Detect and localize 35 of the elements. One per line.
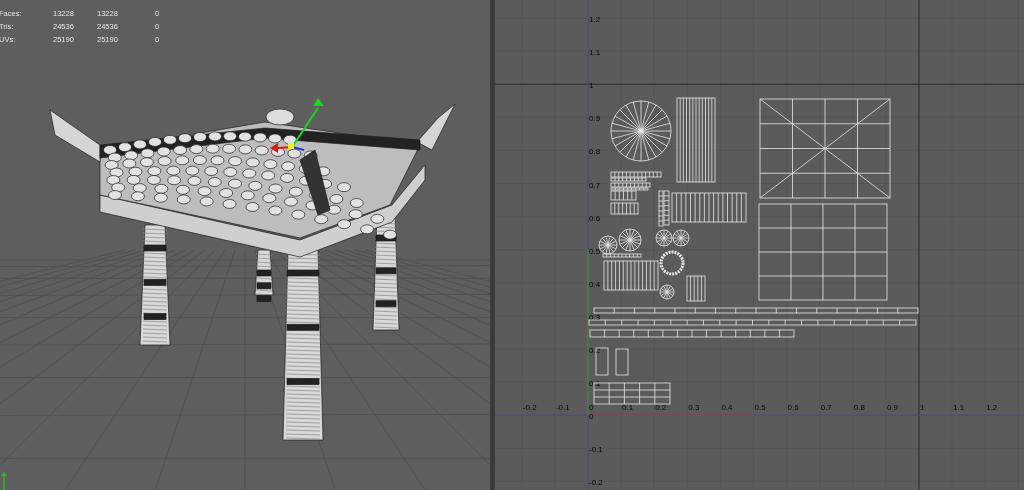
u-axis-label: 1.1: [953, 403, 965, 413]
u-axis-label: 0: [589, 403, 594, 413]
uv-layout-drawing[interactable]: [588, 97, 919, 405]
v-axis-label: 0.6: [589, 213, 601, 223]
v-axis-label: 0.5: [589, 246, 601, 256]
v-axis-label: -0.2: [589, 478, 603, 488]
v-axis-label: 0: [589, 412, 594, 422]
u-axis-label: 0.2: [655, 403, 667, 413]
v-axis-label: -0.1: [589, 445, 603, 455]
axis-indicator-icon: [1, 472, 7, 490]
u-axis-label: 0.9: [886, 403, 899, 413]
v-axis-label: 0.7: [589, 180, 601, 190]
u-axis-label: 0.7: [820, 403, 832, 413]
v-axis-label: 1: [589, 81, 594, 91]
v-axis-label: 1.1: [589, 48, 601, 58]
uv-editor-panel[interactable]: -0.2 -0.1 0 0.1 0.2 0.3 0.4 0.5 0.6 0.7 0.8 0.9 1 1.1 1.2 1.2 1.1 1 0.9 0.8 0.7 0.6 0.5 0.4 0.3 0.2 0.1 0 -0.1 -0.2: [495, 0, 1024, 490]
u-axis-label: 1.2: [986, 403, 998, 413]
u-axis-label: 1: [920, 403, 925, 413]
v-axis-label: 0.8: [589, 147, 601, 157]
u-axis-label: 0.5: [754, 403, 766, 413]
u-axis-label: -0.2: [522, 403, 537, 413]
v-axis-label: 0.9: [589, 114, 601, 124]
u-axis-label: 0.1: [622, 403, 634, 413]
u-axis-label: 0.4: [721, 403, 733, 413]
u-axis-label: 0.6: [787, 403, 799, 413]
u-axis-label: 0.8: [853, 403, 865, 413]
v-axis-label: 0.3: [589, 312, 601, 322]
v-axis-label: 0.4: [589, 279, 601, 289]
move-manipulator-icon[interactable]: [270, 98, 324, 153]
u-axis-label: 0.3: [688, 403, 700, 413]
pavilion-wireframe-drawing[interactable]: [49, 103, 456, 441]
v-axis-label: 1.2: [589, 15, 601, 24]
u-axis-label: -0.1: [555, 403, 570, 413]
v-axis-label: 0.1: [589, 379, 601, 389]
v-axis-label: 0.2: [589, 346, 601, 355]
